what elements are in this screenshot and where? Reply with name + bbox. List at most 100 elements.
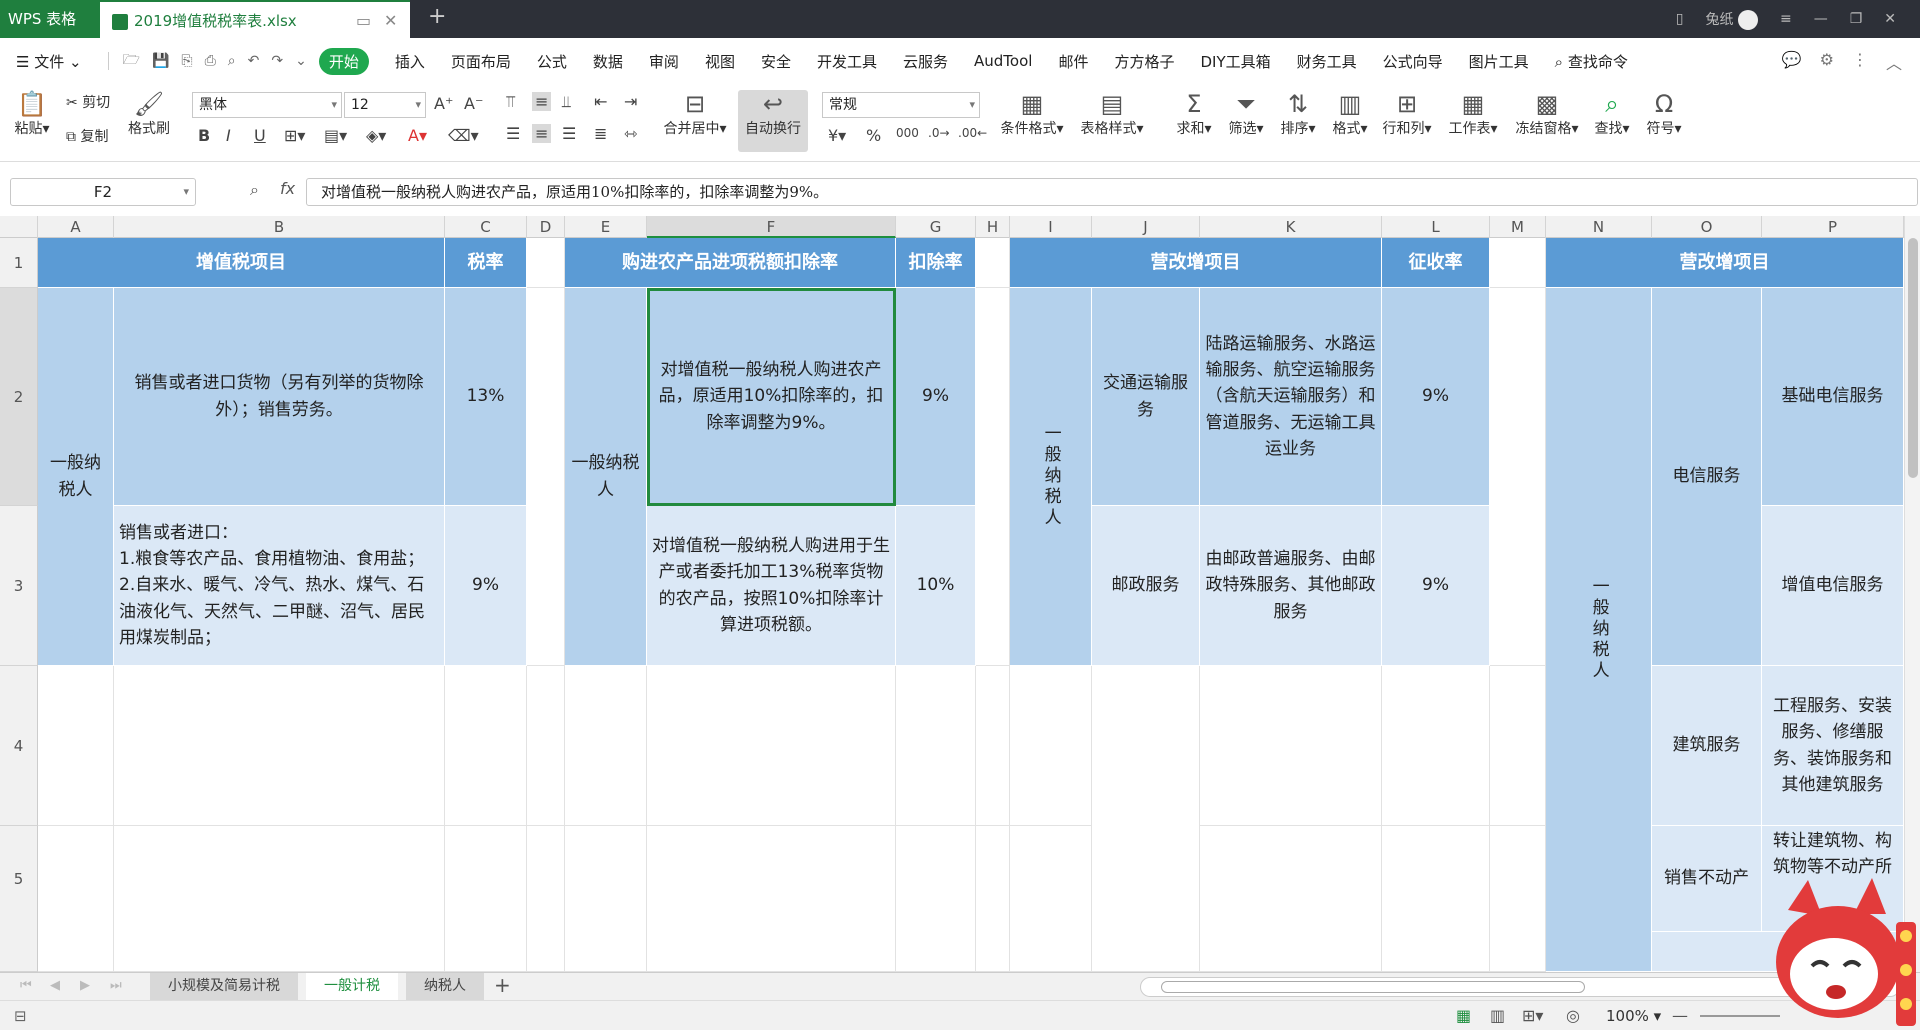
column-header-o[interactable]: O [1652,216,1762,238]
vertical-scrollbar[interactable] [1904,216,1920,972]
merge-center-button[interactable]: ⊟ 合并居中▾ [660,90,730,138]
cell-i5[interactable] [1010,826,1092,972]
cell-h4[interactable] [976,666,1010,826]
grow-font-icon[interactable]: A⁺ [434,94,453,113]
tab-ffcell[interactable]: 方方格子 [1114,51,1174,72]
page-layout-view-icon[interactable]: ⊞▾ [1522,1006,1543,1025]
cell-p3[interactable]: 增值电信服务 [1762,506,1904,666]
cell-k4[interactable] [1200,666,1382,826]
undo-icon[interactable]: ↶ [248,53,260,69]
cell-h1[interactable] [976,238,1010,288]
cell-e1-f1[interactable]: 购进农产品进项税额扣除率 [565,238,896,288]
tab-formula-wizard[interactable]: 公式向导 [1383,51,1443,72]
cell-f4[interactable] [647,666,896,826]
zoom-level[interactable]: 100% ▾ [1606,1007,1661,1025]
find-button[interactable]: ⌕ 查找▾ [1592,90,1632,138]
cell-g4[interactable] [896,666,976,826]
conditional-format-button[interactable]: ▦ 条件格式▾ [996,90,1068,138]
redo-icon[interactable]: ↷ [271,53,283,69]
formula-input[interactable]: 对增值税一般纳税人购进农产品，原适用10%扣除率的，扣除率调整为9%。 [306,178,1918,206]
table-style-button[interactable]: ▤ 表格样式▾ [1076,90,1148,138]
column-header-p[interactable]: P [1762,216,1904,238]
cell-j4-j5[interactable] [1092,666,1200,972]
column-header-b[interactable]: B [114,216,445,238]
cell-g1[interactable]: 扣除率 [896,238,976,288]
cell-o5[interactable]: 销售不动产 [1652,826,1762,932]
cell-g2[interactable]: 9% [896,288,976,506]
row-header-3[interactable]: 3 [0,506,38,666]
cell-d4[interactable] [527,666,565,826]
tab-home[interactable]: 开始 [318,47,369,75]
cell-c3[interactable]: 9% [445,506,527,666]
maximize-icon[interactable]: ❐ [1850,11,1863,27]
thousands-icon[interactable]: 000 [896,126,919,140]
cell-h5[interactable] [976,826,1010,972]
column-header-n[interactable]: N [1546,216,1652,238]
cell-c1[interactable]: 税率 [445,238,527,288]
column-header-d[interactable]: D [527,216,565,238]
tab-formulas[interactable]: 公式 [537,51,567,72]
row-col-button[interactable]: ⊞ 行和列▾ [1380,90,1434,138]
tab-mail[interactable]: 邮件 [1058,51,1088,72]
font-name-select[interactable]: 黑体 [192,92,342,118]
cut-button[interactable]: ✂ 剪切 [66,92,110,112]
tab-cloud[interactable]: 云服务 [903,51,948,72]
user-account[interactable]: 兔纸 [1706,9,1758,30]
sheet-tab-general[interactable]: 一般计税 [306,973,398,1000]
cell-a2-a3[interactable]: 一般纳税人 [38,288,114,666]
tab-picture-tools[interactable]: 图片工具 [1469,51,1529,72]
cell-b3[interactable]: 销售或者进口： 1.粮食等农产品、食用植物油、食用盐； 2.自来水、暖气、冷气、… [114,506,445,666]
tab-insert[interactable]: 插入 [395,51,425,72]
sheet-tab-small-scale[interactable]: 小规模及简易计税 [150,973,298,1000]
freeze-panes-button[interactable]: ▩ 冻结窗格▾ [1512,90,1582,138]
bold-icon[interactable]: B [198,126,210,145]
new-tab-button[interactable]: + [428,4,446,29]
cell-a5[interactable] [38,826,114,972]
cell-l3[interactable]: 9% [1382,506,1490,666]
sum-button[interactable]: Σ 求和▾ [1174,90,1214,138]
close-window-icon[interactable]: ✕ [1884,11,1896,27]
cell-b4[interactable] [114,666,445,826]
copy-button[interactable]: ⧉ 复制 [66,126,108,146]
add-sheet-button[interactable]: + [494,973,511,997]
zoom-formula-icon[interactable]: ⌕ [250,180,259,200]
horizontal-scroll-thumb[interactable] [1161,981,1585,993]
tab-developer[interactable]: 开发工具 [817,51,877,72]
cell-l4[interactable] [1382,666,1490,826]
row-header-2[interactable]: 2 [0,288,38,506]
cell-m5[interactable] [1490,826,1546,972]
tab-view[interactable]: 视图 [705,51,735,72]
cell-i1-k1[interactable]: 营改增项目 [1010,238,1382,288]
decrease-decimal-icon[interactable]: .00← [958,126,987,140]
settings-icon[interactable]: ⚙ [1820,50,1834,74]
normal-view-icon[interactable]: ▦ [1456,1006,1471,1025]
filter-button[interactable]: ⏷ 筛选▾ [1226,90,1266,138]
column-header-k[interactable]: K [1200,216,1382,238]
paste-button[interactable]: 📋 粘贴▾ [10,90,54,138]
cell-k5[interactable] [1200,826,1382,972]
fill-color-icon[interactable]: ◈▾ [366,126,386,145]
cell-c4[interactable] [445,666,527,826]
tab-review[interactable]: 审阅 [649,51,679,72]
page-break-view-icon[interactable]: ▥ [1490,1006,1505,1025]
cell-m2-m3[interactable] [1490,288,1546,666]
vertical-scroll-thumb[interactable] [1908,238,1918,478]
font-color-icon[interactable]: A▾ [408,126,427,145]
app-name-tab[interactable]: WPS 表格 [0,0,100,38]
cell-d2-d3[interactable] [527,288,565,666]
next-sheet-icon[interactable]: ▶ [80,978,90,993]
column-header-e[interactable]: E [565,216,647,238]
cell-n2-n5[interactable]: 一般纳税人 [1546,288,1652,972]
row-header-4[interactable]: 4 [0,666,38,826]
cell-e2-e3[interactable]: 一般纳税人 [565,288,647,666]
border-icon[interactable]: ⊞▾ [284,126,305,145]
open-icon[interactable]: 🗁 [123,49,140,73]
tab-audtool[interactable]: AudTool [974,52,1032,70]
cell-e5[interactable] [565,826,647,972]
cell-d1[interactable] [527,238,565,288]
comment-icon[interactable]: 💬 [1782,50,1802,74]
column-header-h[interactable]: H [976,216,1010,238]
cell-a1-b1[interactable]: 增值税项目 [38,238,445,288]
cell-p2[interactable]: 基础电信服务 [1762,288,1904,506]
column-header-f[interactable]: F [647,216,896,238]
